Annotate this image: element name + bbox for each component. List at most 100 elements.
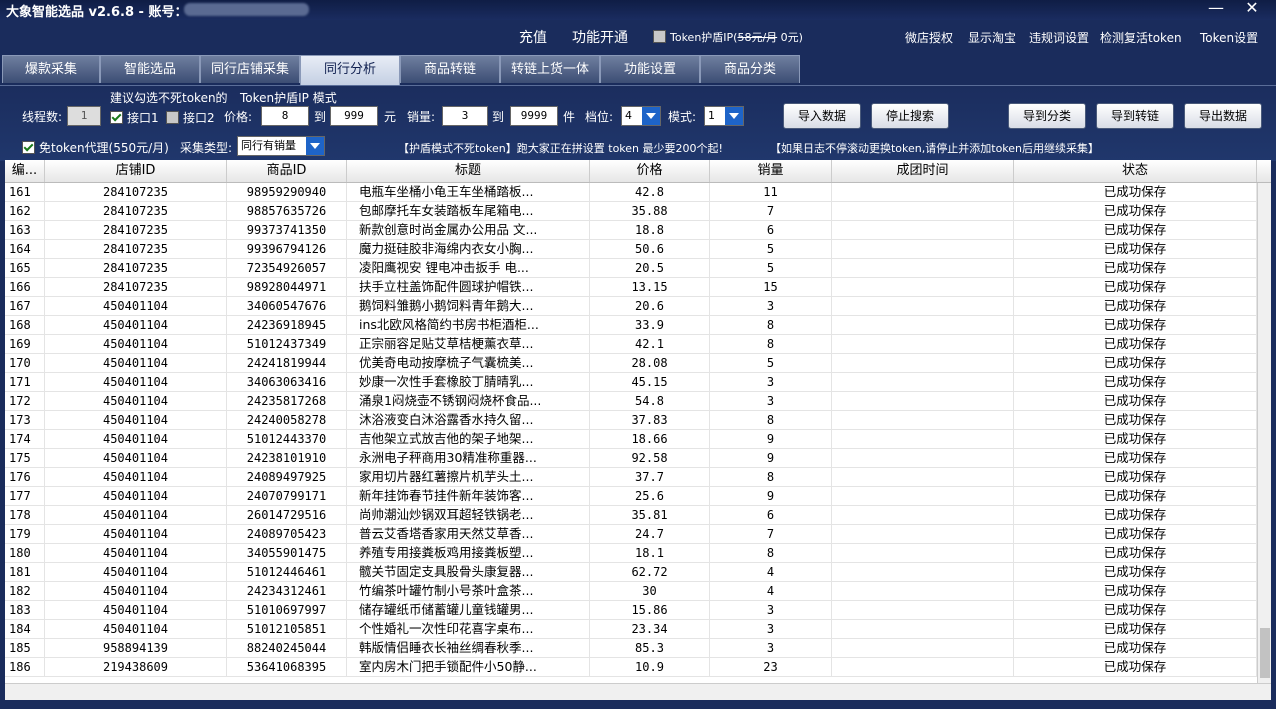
level-dropdown-arrow-icon[interactable]: [642, 107, 660, 125]
table-row[interactable]: 177 450401104 24070799171 新年挂饰春节挂件新年装饰客... 2…: [5, 487, 1257, 506]
results-table: 编... 店铺ID 商品ID 标题 价格 销量 成团时间 状态 161 28410…: [5, 160, 1271, 700]
table-row[interactable]: 174 450401104 51012443370 吉他架立式放吉他的架子地架... 1…: [5, 430, 1257, 449]
sales-min-input[interactable]: 3: [442, 106, 488, 126]
token-shield-toggle[interactable]: Token护盾IP(58元/月 0元): [653, 29, 803, 45]
cell-price: 20.6: [590, 297, 710, 315]
sales-max-input[interactable]: 9999: [510, 106, 558, 126]
price-max-input[interactable]: 999: [330, 106, 378, 126]
cell-sales: 8: [710, 411, 832, 429]
table-row[interactable]: 185 958894139 88240245044 韩版情侣睡衣长袖丝绸春秋季... 8…: [5, 639, 1257, 658]
api1-checkbox[interactable]: [110, 111, 123, 124]
table-row[interactable]: 172 450401104 24235817268 涌泉1闷烧壶不锈钢闷烧杯食品...…: [5, 392, 1257, 411]
table-row[interactable]: 165 284107235 72354926057 凌阳鹰视安 锂电冲击扳手 电...…: [5, 259, 1257, 278]
col-header-index[interactable]: 编...: [5, 160, 45, 182]
scroll-thumb[interactable]: [1260, 628, 1270, 678]
table-row[interactable]: 173 450401104 24240058278 沐浴液变白沐浴露香水持久留... 3…: [5, 411, 1257, 430]
table-row[interactable]: 167 450401104 34060547676 鹅饲料雏鹅小鹅饲料青年鹅大... 2…: [5, 297, 1257, 316]
show-taobao-link[interactable]: 显示淘宝: [968, 29, 1016, 46]
cell-sales: 3: [710, 373, 832, 391]
col-header-group-time[interactable]: 成团时间: [832, 160, 1014, 182]
vertical-scrollbar[interactable]: [1257, 183, 1271, 683]
cell-group-time: [832, 563, 1014, 581]
cell-group-time: [832, 240, 1014, 258]
tab-smart-select[interactable]: 智能选品: [100, 55, 200, 83]
table-row[interactable]: 180 450401104 34055901475 养殖专用接粪板鸡用接粪板塑... 1…: [5, 544, 1257, 563]
activate-link[interactable]: 功能开通: [572, 27, 628, 47]
table-row[interactable]: 178 450401104 26014729516 尚帅潮汕炒锅双耳超轻铁锅老... 3…: [5, 506, 1257, 525]
to-link-button[interactable]: 导到转链: [1096, 103, 1174, 129]
weidian-auth-link[interactable]: 微店授权: [905, 29, 953, 46]
cell-sales: 15: [710, 278, 832, 296]
cell-shop-id: 450401104: [45, 601, 227, 619]
tab-peer-shop-collect[interactable]: 同行店铺采集: [200, 55, 300, 83]
col-header-product-id[interactable]: 商品ID: [227, 160, 347, 182]
col-header-title[interactable]: 标题: [347, 160, 590, 182]
cell-product-id: 24089705423: [227, 525, 347, 543]
col-header-status[interactable]: 状态: [1014, 160, 1257, 182]
table-row[interactable]: 168 450401104 24236918945 ins北欧风格简约书房书柜酒柜..…: [5, 316, 1257, 335]
cell-shop-id: 284107235: [45, 278, 227, 296]
mode-select[interactable]: 1: [704, 106, 744, 126]
thread-input[interactable]: 1: [67, 106, 101, 126]
to-category-button[interactable]: 导到分类: [1008, 103, 1086, 129]
table-row[interactable]: 163 284107235 99373741350 新款创意时尚金属办公用品 文...…: [5, 221, 1257, 240]
collect-type-dropdown-arrow-icon[interactable]: [306, 137, 324, 155]
recharge-link[interactable]: 充值: [519, 27, 547, 47]
horizontal-scrollbar[interactable]: [5, 683, 1271, 700]
table-row[interactable]: 179 450401104 24089705423 普云艾香塔香家用天然艾草香... 2…: [5, 525, 1257, 544]
col-header-price[interactable]: 价格: [590, 160, 710, 182]
close-button[interactable]: ✕: [1240, 0, 1264, 18]
cell-sales: 9: [710, 449, 832, 467]
table-row[interactable]: 169 450401104 51012437349 正宗丽容足贴艾草桔梗薰衣草... 4…: [5, 335, 1257, 354]
token-settings-link[interactable]: Token设置: [1200, 29, 1258, 46]
import-data-button[interactable]: 导入数据: [783, 103, 861, 129]
tab-link-upload[interactable]: 转链上货一体: [500, 55, 600, 83]
tab-peer-analysis[interactable]: 同行分析: [300, 55, 400, 85]
proxy-checkbox[interactable]: [22, 141, 35, 154]
table-row[interactable]: 182 450401104 24234312461 竹编茶叶罐竹制小号茶叶盒茶... 3…: [5, 582, 1257, 601]
collect-type-select[interactable]: 同行有销量: [237, 136, 325, 156]
minimize-button[interactable]: —: [1204, 0, 1228, 18]
table-row[interactable]: 175 450401104 24238101910 永洲电子秤商用30精准称重器...…: [5, 449, 1257, 468]
stop-search-button[interactable]: 停止搜索: [871, 103, 949, 129]
cell-product-id: 88240245044: [227, 639, 347, 657]
table-row[interactable]: 162 284107235 98857635726 包邮摩托车女装踏板车尾箱电... 3…: [5, 202, 1257, 221]
token-shield-checkbox[interactable]: [653, 30, 666, 43]
table-row[interactable]: 171 450401104 34063063416 妙康一次性手套橡胶丁腈晴乳... 4…: [5, 373, 1257, 392]
cell-index: 161: [5, 183, 45, 201]
banned-words-link[interactable]: 违规词设置: [1029, 29, 1089, 46]
cell-price: 25.6: [590, 487, 710, 505]
tab-settings[interactable]: 功能设置: [600, 55, 700, 83]
table-row[interactable]: 164 284107235 99396794126 魔力挺硅胶非海绵内衣女小胸... 5…: [5, 240, 1257, 259]
cell-price: 18.1: [590, 544, 710, 562]
tab-hot-collect[interactable]: 爆款采集: [2, 55, 100, 83]
table-row[interactable]: 170 450401104 24241819944 优美奇电动按摩梳子气囊梳美... 2…: [5, 354, 1257, 373]
col-header-sales[interactable]: 销量: [710, 160, 832, 182]
check-token-link[interactable]: 检测复活token: [1100, 29, 1182, 46]
cell-product-id: 24241819944: [227, 354, 347, 372]
api2-checkbox[interactable]: [166, 111, 179, 124]
mode-dropdown-arrow-icon[interactable]: [725, 107, 743, 125]
table-row[interactable]: 166 284107235 98928044971 扶手立柱盖饰配件圆球护帽铁... 1…: [5, 278, 1257, 297]
col-header-shop-id[interactable]: 店铺ID: [45, 160, 227, 182]
price-min-input[interactable]: 8: [261, 106, 309, 126]
tab-category[interactable]: 商品分类: [700, 55, 800, 83]
cell-price: 45.15: [590, 373, 710, 391]
api2-option[interactable]: 接口2: [166, 109, 215, 126]
table-row[interactable]: 176 450401104 24089497925 家用切片器红薯擦片机芋头土... 3…: [5, 468, 1257, 487]
table-row[interactable]: 186 219438609 53641068395 室内房木门把手锁配件小50静...…: [5, 658, 1257, 677]
cell-sales: 5: [710, 354, 832, 372]
proxy-option[interactable]: 免token代理(550元/月): [22, 139, 169, 156]
api1-option[interactable]: 接口1: [110, 109, 159, 126]
cell-product-id: 26014729516: [227, 506, 347, 524]
tab-product-link[interactable]: 商品转链: [400, 55, 500, 83]
cell-sales: 3: [710, 620, 832, 638]
table-row[interactable]: 181 450401104 51012446461 髋关节固定支具股骨头康复器... 6…: [5, 563, 1257, 582]
table-row[interactable]: 161 284107235 98959290940 电瓶车坐桶小龟王车坐桶踏板... 4…: [5, 183, 1257, 202]
table-row[interactable]: 184 450401104 51012105851 个性婚礼一次性印花喜字桌布... 2…: [5, 620, 1257, 639]
table-row[interactable]: 183 450401104 51010697997 储存罐纸币储蓄罐儿童钱罐男... 1…: [5, 601, 1257, 620]
level-select[interactable]: 4: [621, 106, 661, 126]
export-data-button[interactable]: 导出数据: [1184, 103, 1262, 129]
cell-index: 184: [5, 620, 45, 638]
cell-status: 已成功保存: [1014, 563, 1257, 581]
